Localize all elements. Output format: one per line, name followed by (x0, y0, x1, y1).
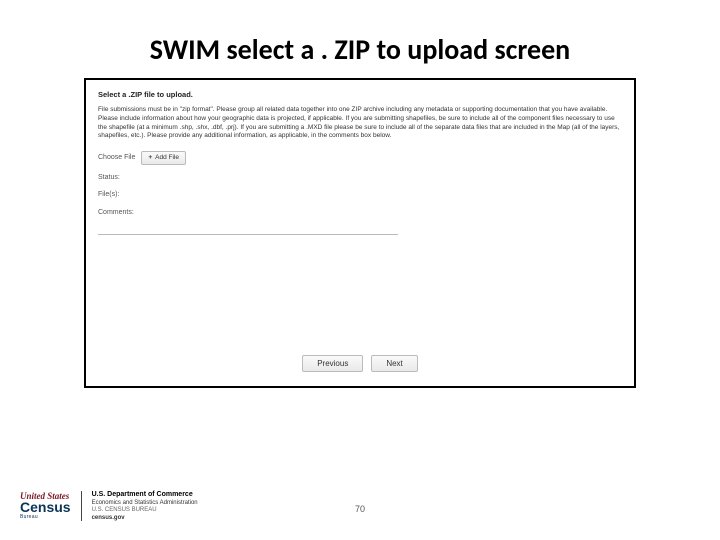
choose-file-row: Choose File + Add File (98, 151, 622, 165)
previous-button[interactable]: Previous (302, 355, 363, 372)
nav-buttons: Previous Next (86, 355, 634, 372)
footer: United States Census Bureau U.S. Departm… (20, 491, 198, 522)
dept-block: U.S. Department of Commerce Economics an… (92, 491, 198, 522)
comments-input[interactable] (98, 225, 398, 235)
slide-title: SWIM select a . ZIP to upload screen (0, 0, 720, 67)
dept-line-2: Economics and Statistics Administration (92, 500, 198, 508)
add-file-label: Add File (155, 154, 179, 163)
status-label: Status: (98, 173, 622, 182)
dept-line-4: census.gov (92, 515, 198, 523)
plus-icon: + (148, 154, 152, 163)
choose-file-label: Choose File (98, 153, 135, 162)
footer-divider (81, 491, 82, 521)
instructions-text: File submissions must be in "zip format"… (98, 106, 622, 141)
logo-bureau: Bureau (20, 515, 71, 520)
upload-panel: Select a .ZIP file to upload. File submi… (84, 78, 636, 388)
dept-line-3: U.S. CENSUS BUREAU (92, 507, 198, 515)
census-logo: United States Census Bureau (20, 492, 71, 520)
add-file-button[interactable]: + Add File (141, 151, 186, 165)
files-label: File(s): (98, 190, 622, 199)
comments-label: Comments: (98, 208, 622, 217)
logo-census: Census (20, 500, 71, 514)
next-button[interactable]: Next (371, 355, 417, 372)
panel-header: Select a .ZIP file to upload. (98, 90, 622, 100)
dept-line-1: U.S. Department of Commerce (92, 491, 198, 500)
